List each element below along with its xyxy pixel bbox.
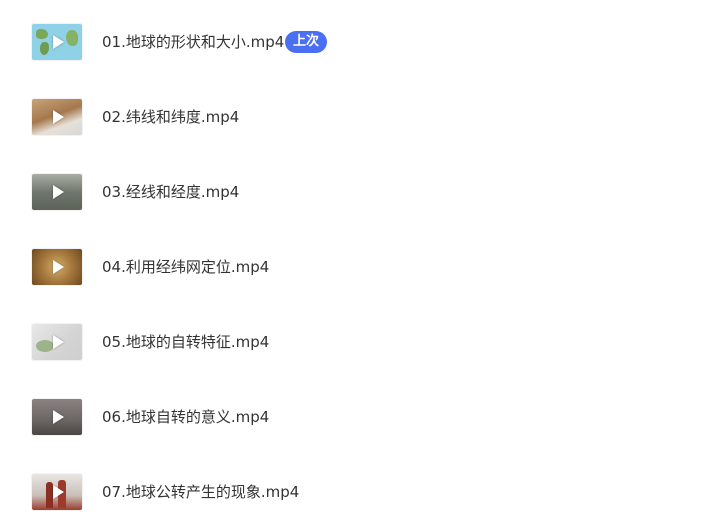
- video-thumbnail[interactable]: [32, 174, 82, 210]
- list-item[interactable]: 06.地球自转的意义.mp4: [0, 387, 709, 447]
- list-item[interactable]: 02.纬线和纬度.mp4: [0, 87, 709, 147]
- play-icon: [53, 485, 64, 499]
- video-thumbnail[interactable]: [32, 24, 82, 60]
- file-name: 02.纬线和纬度.mp4: [102, 108, 240, 126]
- last-played-badge: 上次: [285, 31, 328, 53]
- file-name: 05.地球的自转特征.mp4: [102, 333, 270, 351]
- play-icon: [53, 410, 64, 424]
- file-name: 01.地球的形状和大小.mp4: [102, 33, 285, 51]
- list-item[interactable]: 01.地球的形状和大小.mp4 上次: [0, 12, 709, 72]
- video-thumbnail[interactable]: [32, 474, 82, 510]
- file-name: 03.经线和经度.mp4: [102, 183, 240, 201]
- video-file-list: 01.地球的形状和大小.mp4 上次 02.纬线和纬度.mp4 03.经线和经度…: [0, 0, 709, 510]
- list-item[interactable]: 03.经线和经度.mp4: [0, 162, 709, 222]
- play-icon: [53, 35, 64, 49]
- file-name: 04.利用经纬网定位.mp4: [102, 258, 270, 276]
- list-item[interactable]: 05.地球的自转特征.mp4: [0, 312, 709, 372]
- list-item[interactable]: 07.地球公转产生的现象.mp4: [0, 462, 709, 522]
- list-item[interactable]: 04.利用经纬网定位.mp4: [0, 237, 709, 297]
- file-name: 07.地球公转产生的现象.mp4: [102, 483, 300, 501]
- play-icon: [53, 185, 64, 199]
- play-icon: [53, 335, 64, 349]
- play-icon: [53, 260, 64, 274]
- video-thumbnail[interactable]: [32, 324, 82, 360]
- file-name: 06.地球自转的意义.mp4: [102, 408, 270, 426]
- play-icon: [53, 110, 64, 124]
- video-thumbnail[interactable]: [32, 249, 82, 285]
- video-thumbnail[interactable]: [32, 99, 82, 135]
- video-thumbnail[interactable]: [32, 399, 82, 435]
